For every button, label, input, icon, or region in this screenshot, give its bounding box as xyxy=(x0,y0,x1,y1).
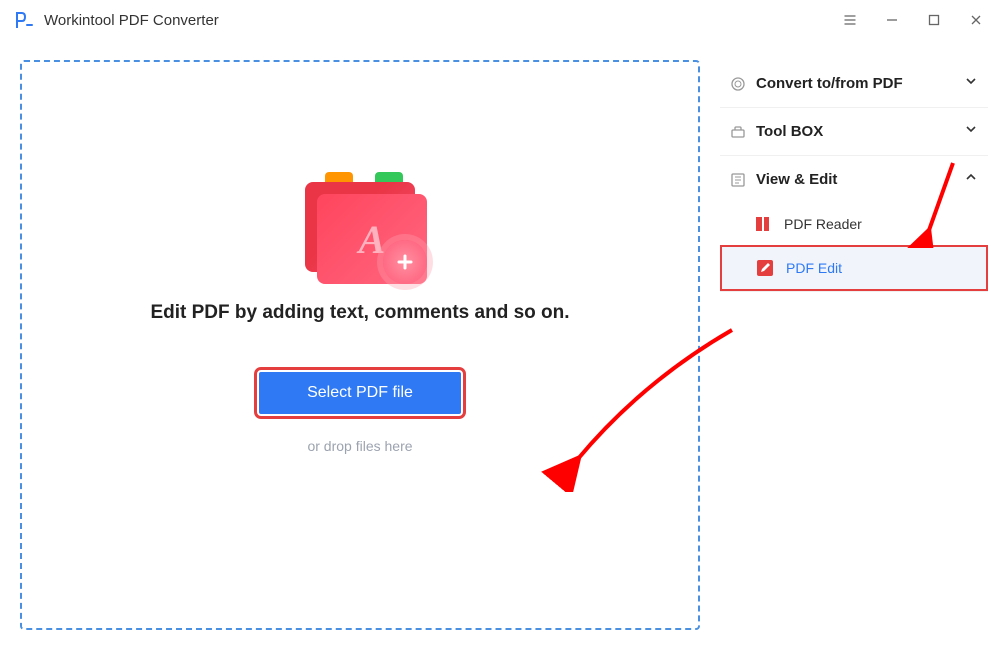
sidebar: Convert to/from PDF Tool BOX xyxy=(720,60,988,630)
accordion-header-toolbox[interactable]: Tool BOX xyxy=(720,108,988,155)
toolbox-icon xyxy=(730,124,746,140)
pdf-reader-icon xyxy=(754,215,772,233)
view-edit-icon xyxy=(730,172,746,188)
headline: Edit PDF by adding text, comments and so… xyxy=(150,302,569,324)
accordion-title-viewedit: View & Edit xyxy=(756,171,954,188)
main-content: A Edit PDF by adding text, comments and … xyxy=(0,40,1000,650)
select-pdf-button[interactable]: Select PDF file xyxy=(259,372,461,414)
minimize-button[interactable] xyxy=(880,8,904,32)
accordion-toolbox: Tool BOX xyxy=(720,108,988,156)
close-button[interactable] xyxy=(964,8,988,32)
accordion-convert: Convert to/from PDF xyxy=(720,60,988,108)
menu-button[interactable] xyxy=(838,8,862,32)
submenu-viewedit: PDF Reader PDF Edit xyxy=(720,203,988,291)
convert-icon xyxy=(730,76,746,92)
chevron-up-icon xyxy=(964,170,978,189)
titlebar: Workintool PDF Converter xyxy=(0,0,1000,40)
submenu-item-pdf-reader[interactable]: PDF Reader xyxy=(720,203,988,245)
plus-icon xyxy=(383,240,427,284)
app-title: Workintool PDF Converter xyxy=(44,12,828,29)
dropzone[interactable]: A Edit PDF by adding text, comments and … xyxy=(20,60,700,630)
accordion-viewedit: View & Edit PDF Reader PDF Edit xyxy=(720,156,988,292)
accordion-title-convert: Convert to/from PDF xyxy=(756,75,954,92)
pdf-edit-icon xyxy=(756,259,774,277)
arrow-annotation-to-button xyxy=(482,322,742,492)
chevron-down-icon xyxy=(964,74,978,93)
maximize-button[interactable] xyxy=(922,8,946,32)
submenu-item-pdf-edit[interactable]: PDF Edit xyxy=(720,245,988,291)
folder-icon: A xyxy=(305,182,415,272)
chevron-down-icon xyxy=(964,122,978,141)
app-logo-icon xyxy=(12,9,34,31)
accordion-title-toolbox: Tool BOX xyxy=(756,123,954,140)
accordion-header-viewedit[interactable]: View & Edit xyxy=(720,156,988,203)
accordion-header-convert[interactable]: Convert to/from PDF xyxy=(720,60,988,107)
submenu-label: PDF Edit xyxy=(786,260,842,276)
window-controls xyxy=(838,8,988,32)
drop-hint-text: or drop files here xyxy=(307,438,412,454)
submenu-label: PDF Reader xyxy=(784,216,862,232)
